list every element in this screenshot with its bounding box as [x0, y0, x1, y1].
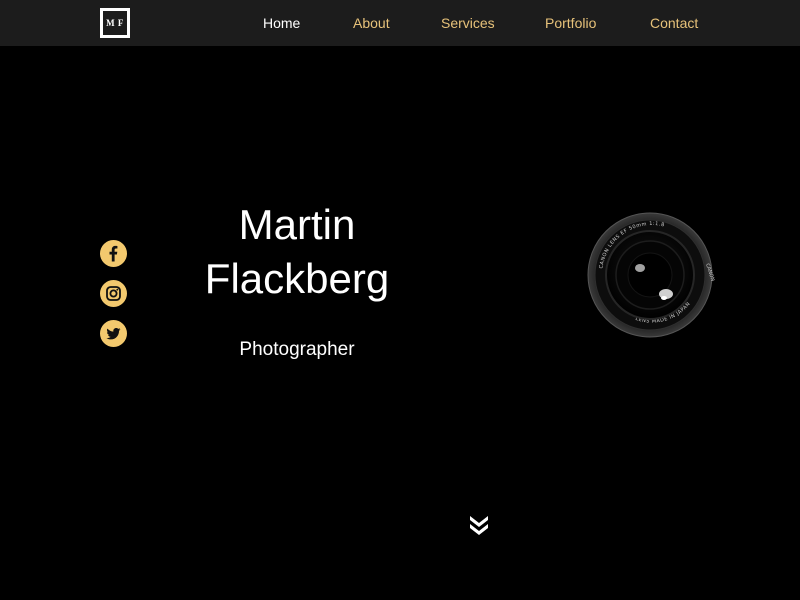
nav-item-home[interactable]: Home: [263, 0, 300, 46]
instagram-icon: [106, 286, 121, 301]
nav-item-portfolio[interactable]: Portfolio: [545, 0, 596, 46]
logo-text: M F: [106, 18, 124, 28]
instagram-link[interactable]: [100, 280, 127, 307]
navbar: M F Home About Services Portfolio Contac…: [0, 0, 800, 46]
twitter-icon: [106, 328, 121, 340]
hero-role: Photographer: [239, 339, 355, 360]
nav-item-services[interactable]: Services: [441, 0, 495, 46]
logo[interactable]: M F: [100, 8, 130, 38]
hero-name: Martin Flackberg: [176, 198, 418, 306]
camera-lens-image: CANON LENS EF 50mm 1:1.8 LENS MADE IN JA…: [587, 212, 716, 338]
twitter-link[interactable]: [100, 320, 127, 347]
hero-last-name: Flackberg: [204, 255, 390, 302]
hero-first-name: Martin: [238, 201, 356, 248]
nav-item-contact[interactable]: Contact: [650, 0, 698, 46]
page: M F Home About Services Portfolio Contac…: [0, 0, 800, 600]
facebook-link[interactable]: [100, 240, 127, 267]
chevron-double-down-icon[interactable]: [468, 514, 490, 536]
nav-item-about[interactable]: About: [353, 0, 390, 46]
facebook-icon: [109, 245, 118, 262]
